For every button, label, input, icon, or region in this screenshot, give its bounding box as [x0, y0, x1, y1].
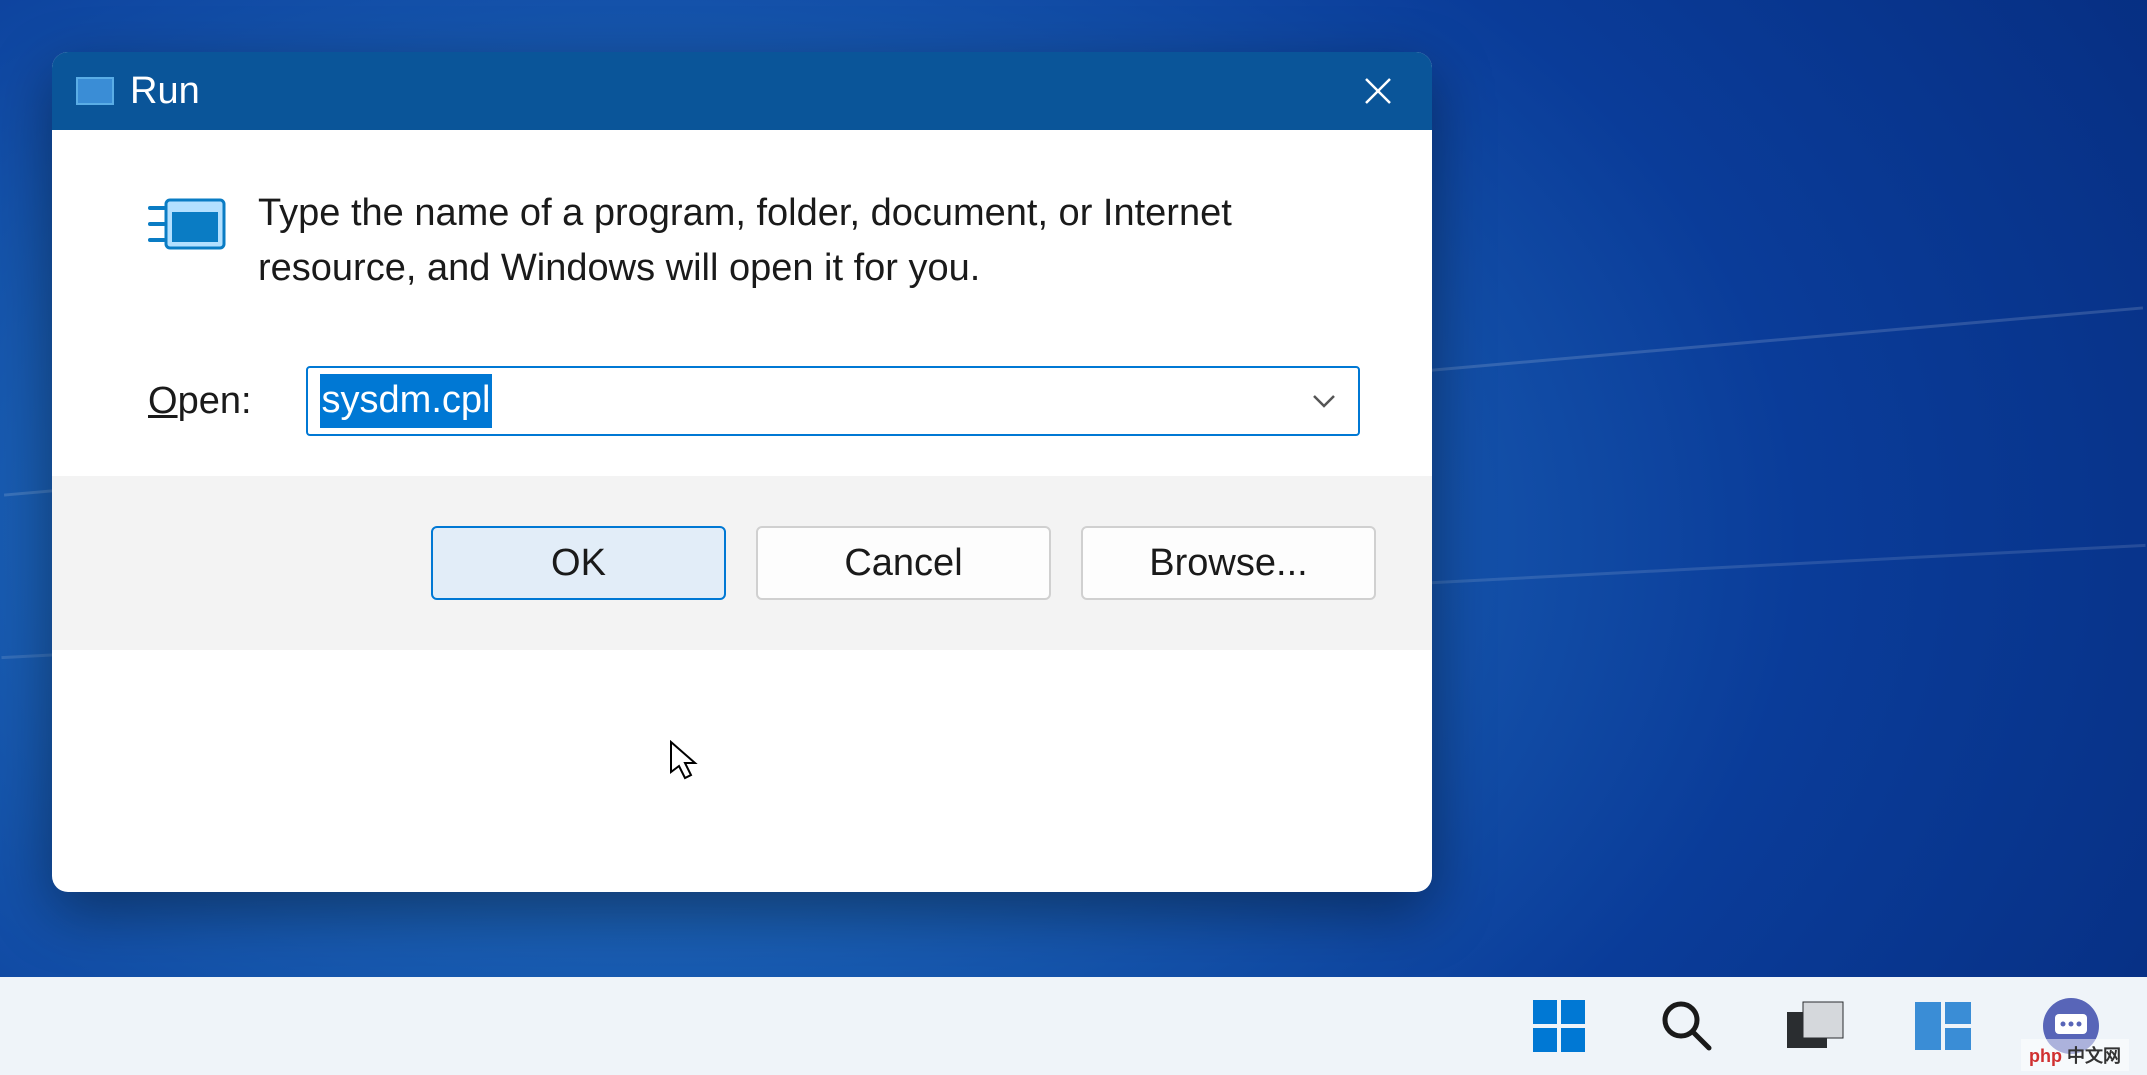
- widgets-button[interactable]: [1911, 994, 1975, 1058]
- task-view-icon: [1785, 1000, 1845, 1052]
- dialog-footer: OK Cancel Browse...: [52, 476, 1432, 650]
- input-selected-text: sysdm.cpl: [320, 374, 493, 427]
- close-button[interactable]: [1348, 61, 1408, 121]
- dialog-body: Type the name of a program, folder, docu…: [52, 130, 1432, 476]
- open-label: Open:: [148, 380, 252, 423]
- run-icon: [148, 190, 228, 260]
- run-dialog: Run Type the name of a program, folder, …: [52, 52, 1432, 892]
- start-button[interactable]: [1527, 994, 1591, 1058]
- ok-button[interactable]: OK: [431, 526, 726, 600]
- windows-start-icon: [1531, 998, 1587, 1054]
- dialog-description: Type the name of a program, folder, docu…: [258, 186, 1360, 296]
- browse-button[interactable]: Browse...: [1081, 526, 1376, 600]
- search-button[interactable]: [1655, 994, 1719, 1058]
- input-row: Open: sysdm.cpl: [148, 366, 1360, 436]
- cancel-button[interactable]: Cancel: [756, 526, 1051, 600]
- search-icon: [1659, 998, 1715, 1054]
- open-combobox[interactable]: sysdm.cpl: [306, 366, 1360, 436]
- title-bar[interactable]: Run: [52, 52, 1432, 130]
- taskbar[interactable]: [0, 977, 2147, 1075]
- chevron-down-icon[interactable]: [1312, 389, 1336, 413]
- run-titlebar-icon: [76, 77, 114, 105]
- widgets-icon: [1913, 1000, 1973, 1052]
- watermark: php php 中文网中文网: [2021, 1039, 2129, 1071]
- task-view-button[interactable]: [1783, 994, 1847, 1058]
- close-icon: [1362, 75, 1394, 107]
- dialog-title: Run: [130, 70, 1348, 113]
- description-row: Type the name of a program, folder, docu…: [148, 186, 1360, 296]
